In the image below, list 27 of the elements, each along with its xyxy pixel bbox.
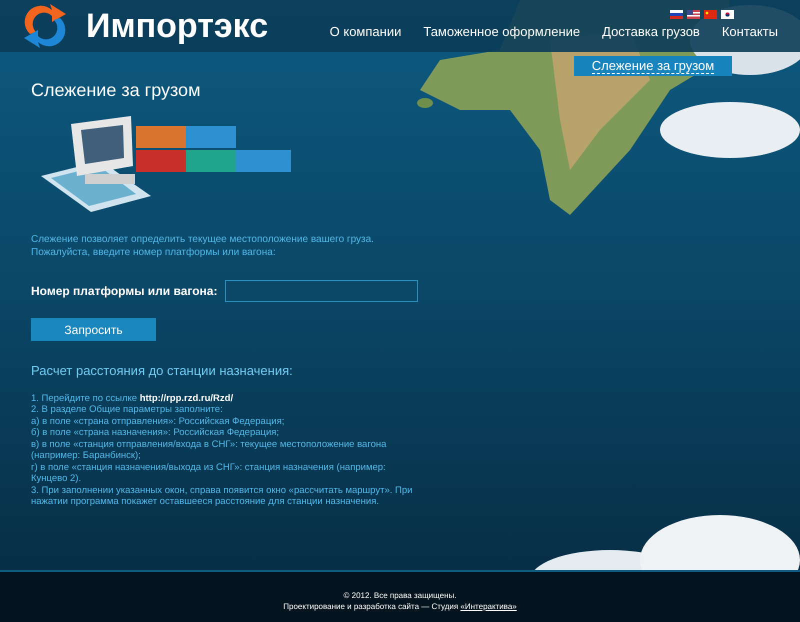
copyright-text: © 2012. Все права защищены. bbox=[344, 590, 456, 601]
nav-link[interactable]: Контакты bbox=[722, 22, 778, 42]
logo-text: Импортэкс bbox=[86, 9, 268, 43]
page-title: Слежение за грузом bbox=[31, 79, 202, 102]
flag-icon[interactable] bbox=[721, 10, 734, 19]
submit-button[interactable]: Запросить bbox=[31, 318, 156, 341]
instruction-text: б) в поле «страна назначения»: Российская Федерация; bbox=[31, 427, 280, 438]
instruction-text: 2. В разделе Общие параметры заполните: bbox=[31, 404, 224, 416]
intro-text: Слежение позволяет определить текущее местоположение вашего груза. Пожалуйста, введите номер платформы или вагона: bbox=[31, 233, 375, 259]
flag-icon[interactable] bbox=[670, 10, 683, 19]
arrows-logo-icon bbox=[22, 4, 68, 48]
flag-icon[interactable] bbox=[687, 10, 700, 19]
field-label: Номер платформы или вагона: bbox=[31, 283, 218, 300]
link[interactable]: http://rpp.rzd.ru/Rzd/ bbox=[140, 392, 234, 404]
instruction-text: а) в поле «страна отправления»: Российская Федерация; bbox=[31, 416, 286, 427]
instruction-text: г) в поле «станция назначения/выхода из СНГ»: станция назначения (например: Кунцево 2). bbox=[31, 462, 387, 484]
instruction-text: 1. Перейдите по ссылке http://rpp.rzd.ru/Rzd/ bbox=[31, 392, 234, 404]
nav-link[interactable]: О компании bbox=[330, 22, 402, 42]
studio-link[interactable]: «Интерактива» bbox=[460, 602, 517, 611]
input-field[interactable] bbox=[225, 280, 418, 302]
instruction-text: 3. При заполнении указанных окон, справа появится окно «рассчитать маршрут». При нажатии программа покажет оставшееся расстояние для станции назначения. bbox=[31, 484, 414, 508]
section-heading: Расчет расстояния до станции назначения: bbox=[31, 362, 294, 380]
instruction-text: в) в поле «станция отправления/входа в СНГ»: текущее местоположение вагона (например: Баранбинск); bbox=[31, 438, 388, 462]
nav-link[interactable]: Таможенное оформление bbox=[423, 22, 580, 42]
subnav-tab[interactable]: Слежение за грузом bbox=[574, 56, 732, 76]
credit-text: Проектирование и разработка сайта — Студия «Интерактива» bbox=[283, 601, 517, 612]
nav-link[interactable]: Доставка грузов bbox=[602, 22, 700, 42]
